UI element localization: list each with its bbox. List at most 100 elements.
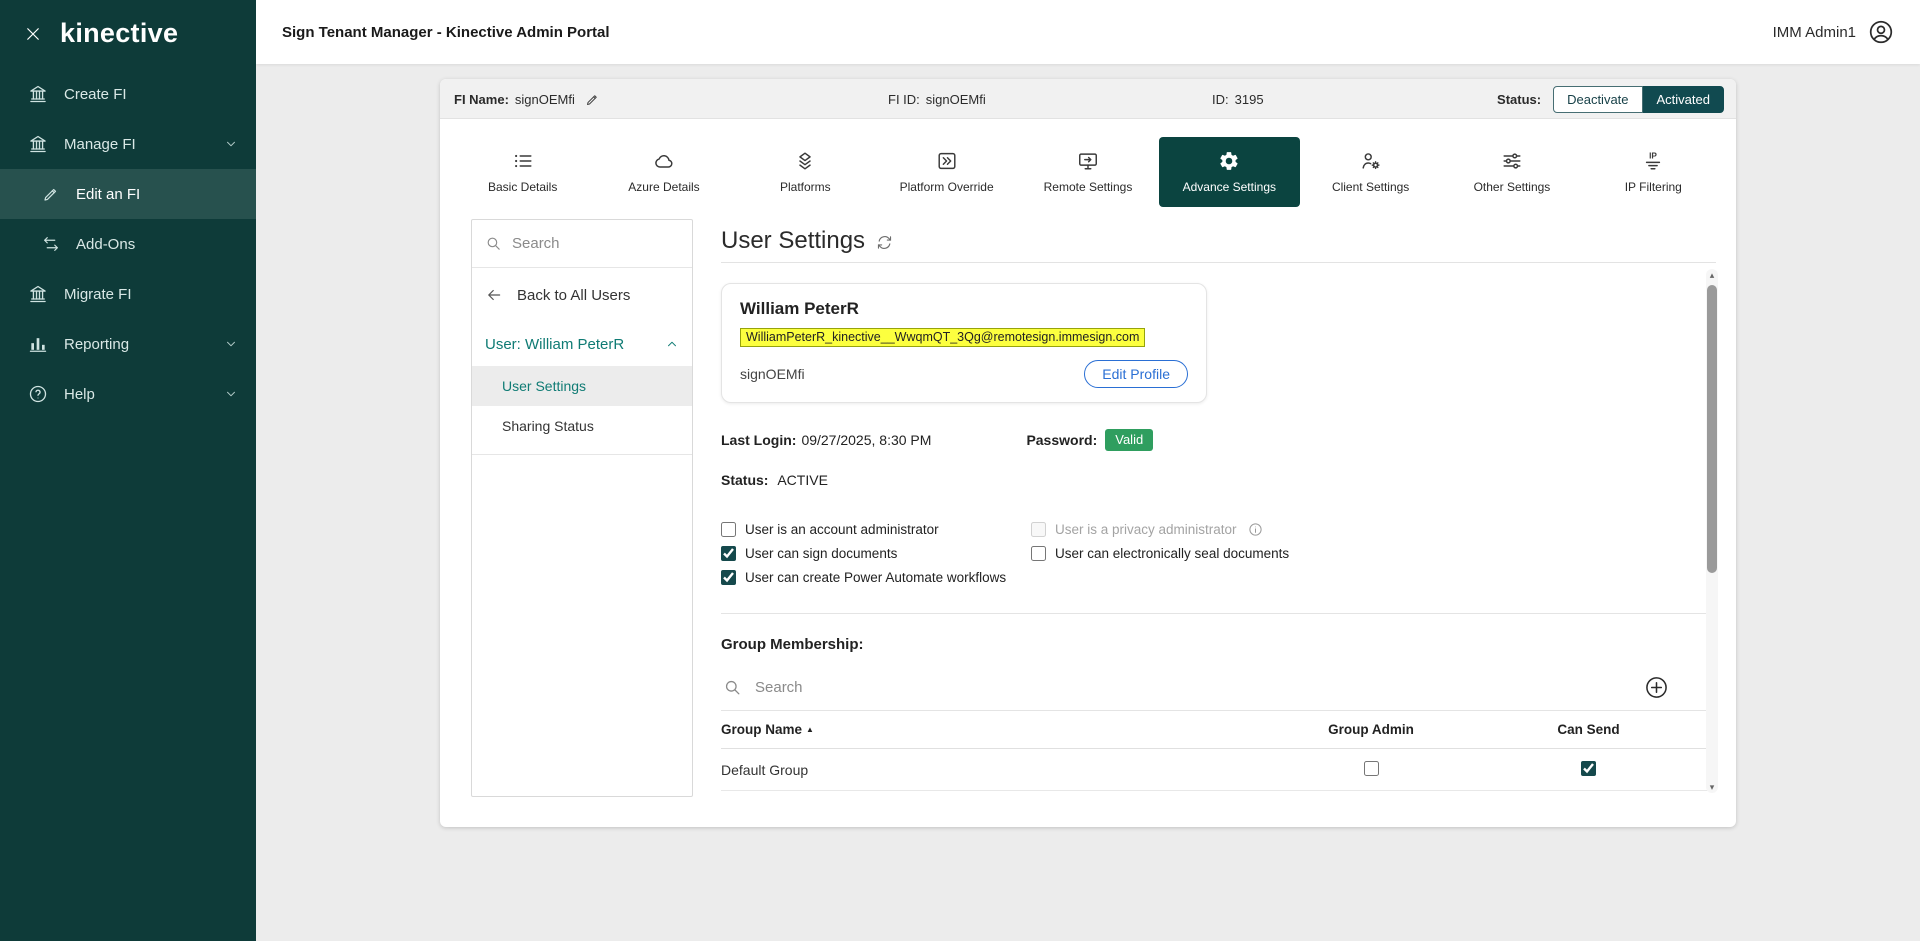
sidebar-item-manage-fi[interactable]: Manage FI xyxy=(0,119,256,169)
permissions: User is an account administrator User is… xyxy=(721,522,1716,585)
advance-settings-body: Back to All Users User: William PeterR U… xyxy=(440,219,1736,797)
user-menu[interactable]: IMM Admin1 xyxy=(1773,19,1894,45)
sidebar-item-label: Edit an FI xyxy=(76,185,141,203)
help-question-icon xyxy=(28,384,48,404)
tab-label: Advance Settings xyxy=(1182,180,1276,194)
sidebar: kinective Create FI Manage FI Edit an FI xyxy=(0,0,256,941)
tab-platform-override[interactable]: Platform Override xyxy=(876,137,1017,207)
user-settings-panel: User Settings William PeterR WilliamPete… xyxy=(721,219,1718,797)
divider xyxy=(721,613,1716,614)
sidebar-item-reporting[interactable]: Reporting xyxy=(0,319,256,369)
column-group-admin: Group Admin xyxy=(1328,722,1414,737)
nav-item-sharing-status[interactable]: Sharing Status xyxy=(472,406,692,446)
tab-label: Platforms xyxy=(779,180,831,194)
chevron-down-icon xyxy=(224,137,238,151)
scrollbar-thumb[interactable] xyxy=(1707,285,1717,573)
user-tree: User: William PeterR User Settings Shari… xyxy=(472,322,692,455)
pencil-icon xyxy=(42,185,60,203)
group-admin-checkbox[interactable] xyxy=(1363,760,1379,776)
profile-name: William PeterR xyxy=(740,299,859,318)
bank-icon xyxy=(28,134,48,154)
nav-item-label: User Settings xyxy=(502,378,587,394)
ip-filter-icon: IP xyxy=(1642,150,1664,172)
layers-icon xyxy=(794,150,816,172)
deactivate-button[interactable]: Deactivate xyxy=(1553,85,1643,113)
fi-name-field: FI Name: signOEMfi xyxy=(454,79,600,119)
sidebar-item-edit-an-fi[interactable]: Edit an FI xyxy=(0,169,256,219)
vertical-scrollbar[interactable]: ▴ ▾ xyxy=(1706,269,1718,793)
sidebar-nav: Create FI Manage FI Edit an FI Add-Ons M… xyxy=(0,69,256,419)
user-status-value: ACTIVE xyxy=(777,472,828,488)
scroll-down-icon[interactable]: ▾ xyxy=(1706,781,1718,793)
sidebar-item-label: Manage FI xyxy=(64,135,136,153)
tab-other-settings[interactable]: Other Settings xyxy=(1441,137,1582,207)
tab-ip-filtering[interactable]: IP IP Filtering xyxy=(1583,137,1724,207)
tab-advance-settings[interactable]: Advance Settings xyxy=(1158,137,1300,207)
sidebar-item-help[interactable]: Help xyxy=(0,369,256,419)
user-search-input[interactable] xyxy=(512,235,662,252)
content-area: FI Name: signOEMfi FI ID: signOEMfi ID: … xyxy=(256,64,1920,941)
scroll-up-icon[interactable]: ▴ xyxy=(1706,269,1718,281)
tab-client-settings[interactable]: Client Settings xyxy=(1300,137,1441,207)
edit-fi-name-icon[interactable] xyxy=(585,92,600,107)
group-search xyxy=(721,665,1716,711)
nav-item-user-settings[interactable]: User Settings xyxy=(472,366,692,406)
perm-can-seal-documents-checkbox[interactable] xyxy=(1031,546,1046,561)
can-send-checkbox[interactable] xyxy=(1581,760,1596,776)
perm-can-seal-documents[interactable]: User can electronically seal documents xyxy=(1031,546,1716,561)
tab-remote-settings[interactable]: Remote Settings xyxy=(1017,137,1158,207)
column-group-name[interactable]: Group Name ▲ xyxy=(721,722,1261,737)
sidebar-item-add-ons[interactable]: Add-Ons xyxy=(0,219,256,269)
kinective-logo: kinective xyxy=(60,18,179,48)
user-status-label: Status: xyxy=(721,472,769,488)
perm-can-sign-documents[interactable]: User can sign documents xyxy=(721,546,1031,561)
group-name-cell: Default Group xyxy=(721,761,809,778)
chevron-up-icon xyxy=(665,337,679,351)
back-label: Back to All Users xyxy=(517,286,631,304)
group-table-header: Group Name ▲ Group Admin Can Send xyxy=(721,711,1716,749)
tab-azure-details[interactable]: Azure Details xyxy=(593,137,734,207)
password-group: Password: Valid xyxy=(1026,429,1154,451)
fi-name-value: signOEMfi xyxy=(514,91,575,107)
tab-label: IP Filtering xyxy=(1624,180,1682,194)
sort-asc-icon[interactable]: ▲ xyxy=(806,725,814,734)
tab-label: Other Settings xyxy=(1473,180,1551,194)
tab-basic-details[interactable]: Basic Details xyxy=(452,137,593,207)
add-group-icon[interactable] xyxy=(1645,676,1668,699)
back-to-all-users[interactable]: Back to All Users xyxy=(472,268,692,322)
perm-label: User can sign documents xyxy=(745,546,898,561)
panel-title: User Settings xyxy=(721,226,866,254)
page-title: Sign Tenant Manager - Kinective Admin Po… xyxy=(282,23,610,41)
id-label: ID: xyxy=(1212,91,1229,107)
chevron-down-icon xyxy=(224,337,238,351)
fi-id-field: FI ID: signOEMfi xyxy=(888,79,986,119)
sidebar-item-create-fi[interactable]: Create FI xyxy=(0,69,256,119)
group-table-row: Default Group xyxy=(721,749,1716,791)
perm-label: User can electronically seal documents xyxy=(1055,546,1290,561)
box-forward-icon xyxy=(936,150,958,172)
profile-card: William PeterR WilliamPeterR_kinective__… xyxy=(721,283,1207,403)
perm-privacy-administrator: User is a privacy administrator xyxy=(1031,522,1716,537)
tab-platforms[interactable]: Platforms xyxy=(735,137,876,207)
user-nav-panel: Back to All Users User: William PeterR U… xyxy=(471,219,693,797)
avatar-icon[interactable] xyxy=(1868,19,1894,45)
perm-power-automate[interactable]: User can create Power Automate workflows xyxy=(721,570,1031,585)
group-search-input[interactable] xyxy=(755,679,1055,696)
activated-button[interactable]: Activated xyxy=(1642,85,1724,113)
bank-icon xyxy=(28,284,48,304)
perm-account-administrator[interactable]: User is an account administrator xyxy=(721,522,1031,537)
sidebar-header: kinective xyxy=(0,0,256,69)
perm-can-sign-documents-checkbox[interactable] xyxy=(721,546,736,561)
status-label: Status: xyxy=(1497,91,1542,107)
topbar: Sign Tenant Manager - Kinective Admin Po… xyxy=(256,0,1920,64)
perm-account-administrator-checkbox[interactable] xyxy=(721,522,736,537)
edit-profile-button[interactable]: Edit Profile xyxy=(1084,360,1188,388)
close-menu-icon[interactable] xyxy=(24,25,42,43)
back-arrow-icon xyxy=(485,286,503,304)
user-node-william-peterr[interactable]: User: William PeterR xyxy=(472,322,692,366)
sidebar-item-migrate-fi[interactable]: Migrate FI xyxy=(0,269,256,319)
perm-power-automate-checkbox[interactable] xyxy=(721,570,736,585)
refresh-icon[interactable] xyxy=(876,234,893,251)
sidebar-item-label: Create FI xyxy=(64,85,127,103)
id-field: ID: 3195 xyxy=(1212,79,1264,119)
